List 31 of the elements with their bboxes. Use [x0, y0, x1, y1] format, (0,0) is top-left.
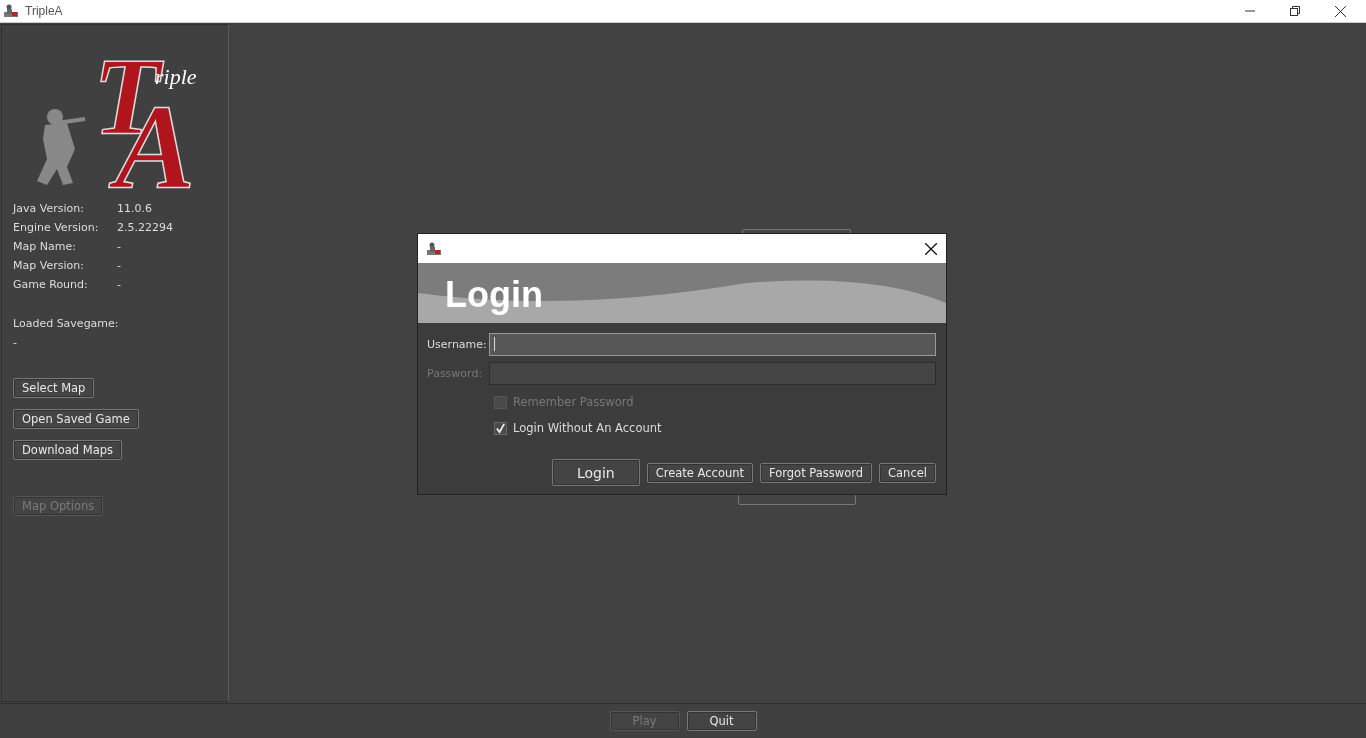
sidebar-button[interactable]: Open Saved Game [13, 409, 139, 429]
checkbox[interactable] [494, 421, 507, 435]
info-label: Game Round: [13, 277, 89, 293]
info-label: Map Version: [13, 258, 85, 274]
field-label: Password: [427, 367, 484, 380]
close-icon[interactable] [925, 242, 937, 255]
close-icon[interactable] [1335, 5, 1346, 17]
info-label: Java Version: [13, 201, 85, 217]
info-value: - [117, 277, 122, 293]
info-value: - [117, 258, 122, 274]
sidebar-button[interactable]: Select Map [13, 378, 95, 398]
input-field[interactable] [489, 333, 936, 356]
dialog-button[interactable]: Cancel [879, 462, 936, 483]
checkbox-label: Login Without An Account [513, 421, 662, 435]
field-label: Username: [427, 338, 488, 351]
checkbox-label: Remember Password [513, 395, 634, 409]
bottom-button[interactable]: Quit [686, 711, 757, 731]
restore-icon[interactable] [1290, 6, 1300, 16]
window-title: TripleA [25, 4, 63, 18]
info-value: - [117, 239, 122, 255]
dialog-button[interactable]: Login [551, 459, 640, 486]
info-label: Map Name: [13, 239, 77, 255]
savegame-label: Loaded Savegame: [13, 316, 120, 332]
sidebar-button[interactable]: Download Maps [13, 440, 123, 460]
savegame-value: - [13, 335, 18, 351]
dialog-button[interactable]: Create Account [646, 462, 754, 483]
info-value: 2.5.22294 [117, 220, 174, 236]
dialog-button[interactable]: Forgot Password [760, 462, 873, 483]
dialog-heading: Login [445, 274, 543, 316]
info-value: 11.0.6 [117, 201, 153, 217]
info-label: Engine Version: [13, 220, 100, 236]
